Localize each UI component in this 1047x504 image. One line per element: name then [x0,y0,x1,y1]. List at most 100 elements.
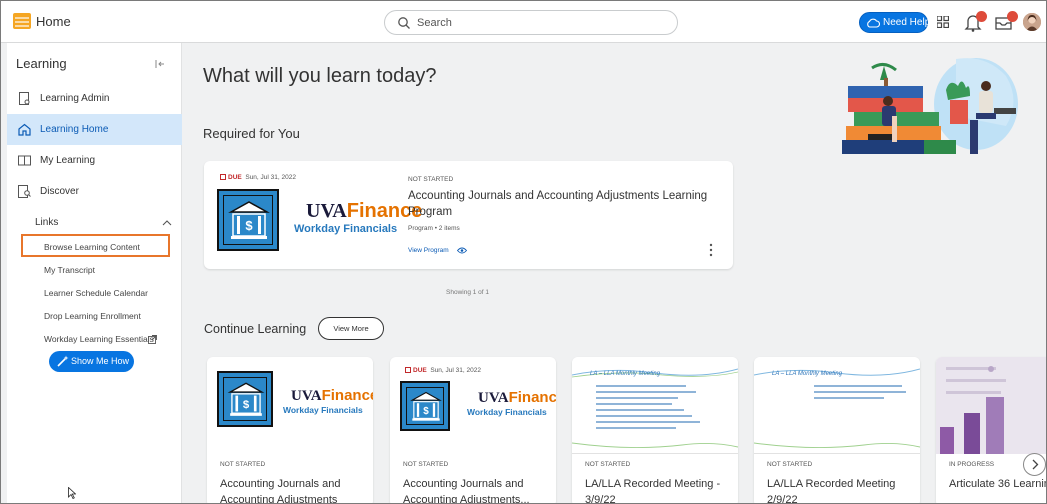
required-heading: Required for You [203,126,300,141]
program-card[interactable]: DUE Sun, Jul 31, 2022 $ UVAFinance Workd… [204,161,733,269]
sidebar-item-label: Learning Admin [40,93,110,104]
course-title[interactable]: Accounting Journals and Accounting Adjus… [220,476,370,503]
status-badge: NOT STARTED [220,461,266,468]
magic-wand-icon [57,355,69,367]
book-icon [18,155,31,166]
eye-icon[interactable] [457,247,467,254]
inbox-badge [1007,11,1018,22]
avatar-photo-icon [1023,13,1041,31]
course-card[interactable]: DUE Sun, Jul 31, 2022 $ UVAFinance Workd… [390,357,556,503]
uva-finance-wordmark: UVAFinance [291,387,373,404]
workday-financials-subtitle: Workday Financials [283,405,363,415]
slide-text-line [596,385,686,387]
chevron-up-icon[interactable] [162,219,172,226]
slide-text-line [596,397,678,399]
home-logo-icon[interactable] [13,13,31,29]
document-gear-icon [19,92,30,105]
course-card[interactable]: LA – LLA Monthly Meeting NOT STARTED LA/… [572,357,738,503]
sidebar-item-discover[interactable]: Discover [7,176,182,207]
slide-text-line [814,391,906,393]
cloud-icon [867,18,880,28]
due-date: Sun, Jul 31, 2022 [245,174,296,181]
status-badge: NOT STARTED [767,461,813,468]
workday-financials-subtitle: Workday Financials [467,407,547,417]
link-browse-learning-content[interactable]: Browse Learning Content [44,242,140,252]
course-title[interactable]: Accounting Journals and Accounting Adjus… [403,476,553,503]
slide-text-line [596,409,684,411]
status-badge: NOT STARTED [403,461,449,468]
links-heading: Links [35,217,59,228]
sidebar: Learning Learning Admin Learning Home My… [7,43,182,503]
course-thumbnail: $ UVAFinance Workday Financials [207,357,373,454]
status-badge: IN PROGRESS [949,461,995,468]
course-card[interactable]: IN PROGRESS Articulate 36 Learning [936,357,1046,503]
course-title[interactable]: LA/LLA Recorded Meeting 2/9/22 [767,476,917,503]
due-date-row: DUE Sun, Jul 31, 2022 [405,367,481,374]
calendar-icon [405,367,411,373]
search-icon [398,17,410,29]
show-me-how-button[interactable]: Show Me How [49,351,134,372]
uva-finance-logo: $ UVAFinance Workday Financials [217,189,422,253]
chevron-right-icon [1032,459,1039,470]
course-thumbnail: DUE Sun, Jul 31, 2022 $ UVAFinance Workd… [390,357,556,454]
slide-wave-decoration [572,442,738,449]
program-title[interactable]: Accounting Journals and Accounting Adjus… [408,188,718,220]
course-card[interactable]: $ UVAFinance Workday Financials NOT STAR… [207,357,373,503]
due-tag: DUE [228,174,242,181]
course-thumbnail [936,357,1046,454]
link-drop-learning-enrollment[interactable]: Drop Learning Enrollment [44,311,141,321]
collapse-sidebar-icon[interactable] [155,59,165,69]
slide-heading: LA – LLA Monthly Meeting [772,371,842,377]
course-card[interactable]: LA – LLA Monthly Meeting NOT STARTED LA/… [754,357,920,503]
need-help-button[interactable]: Need Help? [859,12,936,33]
external-link-icon [148,335,157,344]
slide-heading: LA – LLA Monthly Meeting [590,371,660,377]
svg-text:$: $ [243,399,250,411]
sidebar-item-label: Learning Home [40,124,109,135]
notification-badge [976,11,987,22]
status-badge: NOT STARTED [408,176,454,183]
home-icon [18,123,31,136]
calendar-icon [220,174,226,180]
document-search-icon [18,185,31,198]
app-window: Home Search Need Help? Learning Learning… [0,0,1047,504]
slide-text-line [596,403,672,405]
slide-text-line [814,397,884,399]
carousel-next-button[interactable] [1023,453,1046,476]
link-my-transcript[interactable]: My Transcript [44,265,95,275]
search-placeholder: Search [417,17,452,29]
link-workday-learning-essentials[interactable]: Workday Learning Essentials [44,334,154,344]
hero-illustration [842,58,1018,154]
sidebar-title: Learning [16,56,67,71]
apps-grid-icon[interactable] [937,16,949,28]
sidebar-item-label: My Learning [40,155,96,166]
more-options-icon[interactable] [709,243,713,257]
uva-finance-wordmark: UVAFinance [478,389,556,406]
sidebar-item-learning-admin[interactable]: Learning Admin [7,83,182,114]
meeting-slide-thumbnail: LA – LLA Monthly Meeting [572,357,738,454]
show-me-how-label: Show Me How [71,356,130,366]
view-program-link[interactable]: View Program [408,247,449,254]
search-input[interactable]: Search [384,10,678,35]
continue-heading: Continue Learning [204,322,307,336]
slide-text-line [814,385,902,387]
course-title[interactable]: LA/LLA Recorded Meeting - 3/9/22 [585,476,735,503]
uva-finance-wordmark: UVAFinance [306,200,423,222]
bank-building-icon: $ [400,381,450,431]
sidebar-item-my-learning[interactable]: My Learning [7,145,182,176]
top-bar: Home Search Need Help? [1,1,1046,43]
home-link[interactable]: Home [36,14,71,29]
slide-text-line [596,391,696,393]
sidebar-item-learning-home[interactable]: Learning Home [7,114,182,145]
link-learner-schedule-calendar[interactable]: Learner Schedule Calendar [44,288,148,298]
showing-count: Showing 1 of 1 [446,289,490,296]
slide-text-line [596,421,700,423]
view-more-button[interactable]: View More [318,317,384,340]
sidebar-item-label: Discover [40,186,79,197]
slide-text-line [596,427,676,429]
slide-wave-decoration [754,442,920,449]
status-badge: NOT STARTED [585,461,631,468]
slide-text-line [596,415,692,417]
course-title[interactable]: Articulate 36 Learning [949,476,1046,492]
user-avatar[interactable] [1023,13,1041,31]
